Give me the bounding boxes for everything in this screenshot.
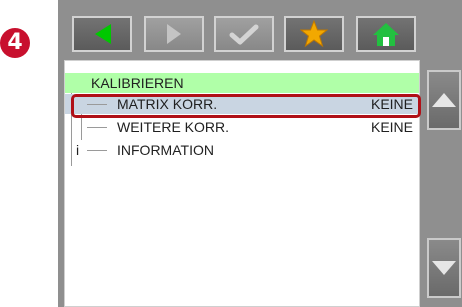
- checkmark-icon: [229, 24, 259, 45]
- arrow-left-icon: [95, 24, 111, 44]
- home-icon: [373, 23, 399, 46]
- triangle-up-icon: [432, 93, 456, 107]
- triangle-down-icon: [432, 261, 456, 275]
- tree-connector: [87, 127, 107, 128]
- arrow-right-icon: [167, 24, 181, 44]
- star-icon: [300, 20, 328, 48]
- menu-item-weitere-korr[interactable]: WEITERE KORR. KEINE: [65, 117, 419, 137]
- device-screen: KALIBRIEREN MATRIX KORR. KEINE WEITERE K…: [58, 0, 462, 307]
- menu-item-information[interactable]: i INFORMATION: [65, 140, 419, 160]
- tree-connector: [87, 150, 107, 151]
- info-prefix: i: [76, 142, 80, 158]
- step-number-badge: 4: [0, 28, 30, 58]
- selection-highlight: [71, 94, 421, 118]
- menu-list: KALIBRIEREN MATRIX KORR. KEINE WEITERE K…: [64, 60, 421, 307]
- menu-item-value: KEINE: [370, 119, 413, 135]
- home-button[interactable]: [356, 16, 416, 52]
- forward-button[interactable]: [144, 16, 204, 52]
- menu-header-label: KALIBRIEREN: [91, 75, 184, 91]
- menu-header-row: KALIBRIEREN: [65, 73, 419, 93]
- scroll-down-button[interactable]: [427, 238, 461, 298]
- back-button[interactable]: [72, 16, 132, 52]
- confirm-button[interactable]: [214, 16, 274, 52]
- menu-item-label: WEITERE KORR.: [117, 119, 230, 135]
- favorites-button[interactable]: [284, 16, 344, 52]
- scroll-up-button[interactable]: [427, 70, 461, 130]
- toolbar: [64, 6, 456, 58]
- menu-item-label: INFORMATION: [117, 142, 214, 158]
